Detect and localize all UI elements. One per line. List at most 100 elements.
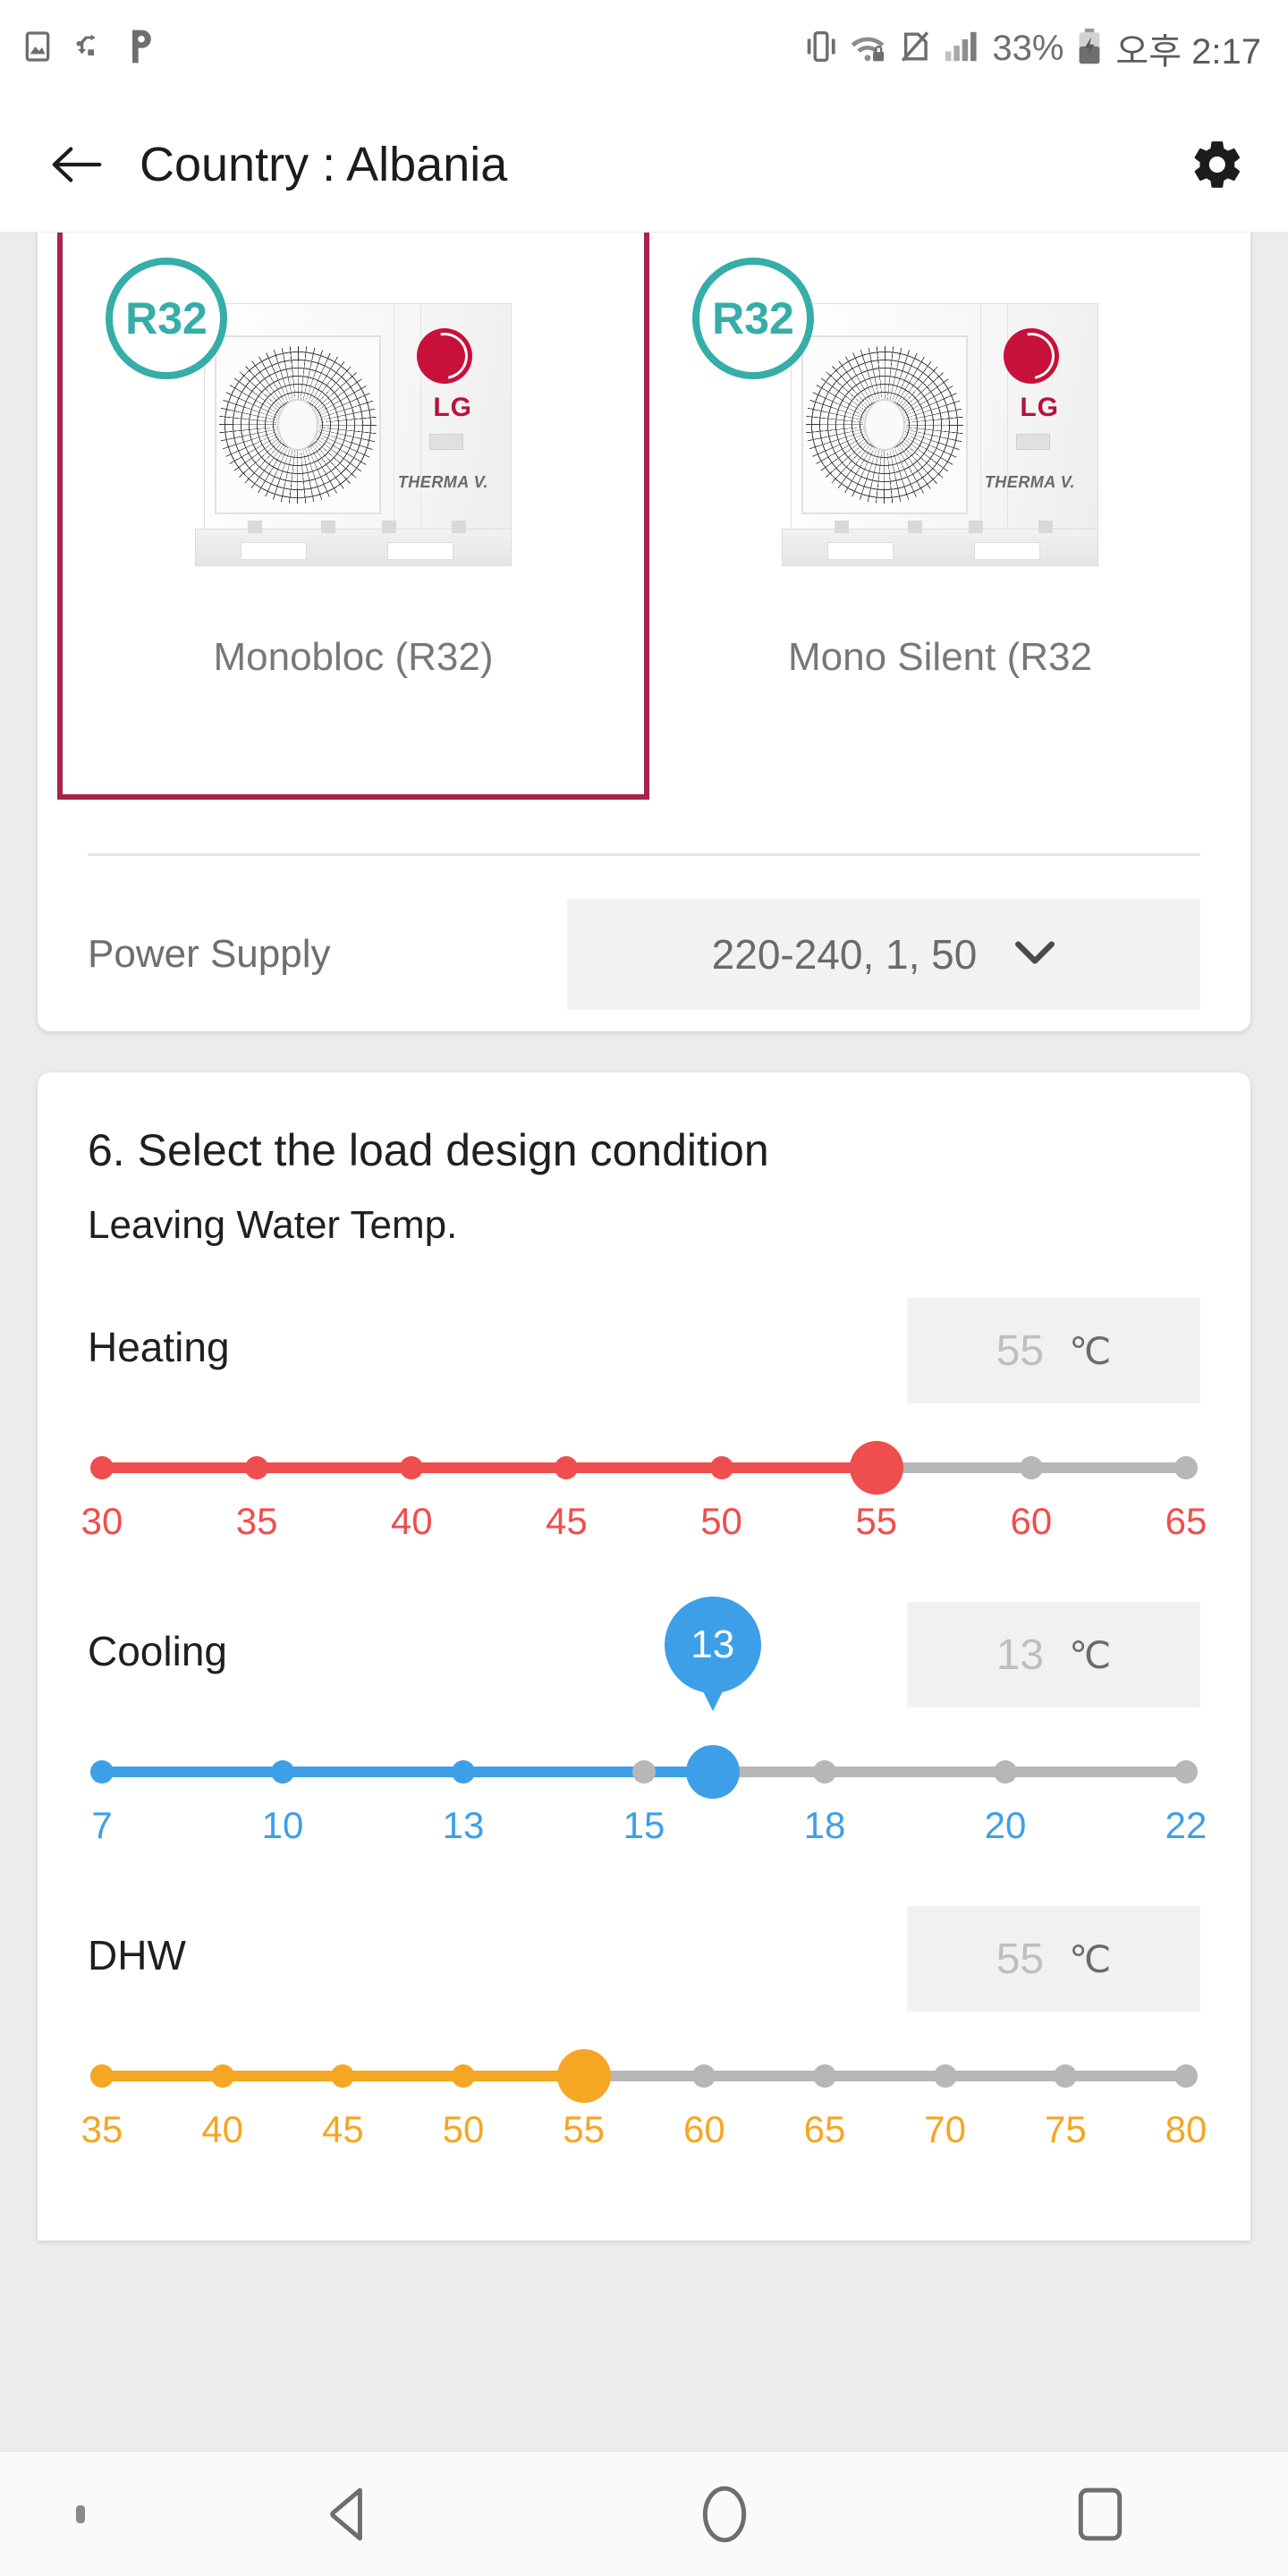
slider-thumb[interactable] (849, 1441, 903, 1495)
slider-unit: ℃ (1069, 1633, 1112, 1676)
slider-thumb[interactable] (685, 1745, 740, 1799)
slider-tick-label: 45 (321, 2108, 364, 2150)
slider-track-area[interactable] (88, 1441, 1200, 1495)
power-supply-row: Power Supply 220-240, 1, 50 (38, 856, 1250, 1010)
slider-tick[interactable] (271, 1760, 294, 1784)
settings-button[interactable] (1186, 133, 1249, 196)
slider-tick[interactable] (331, 2064, 355, 2088)
android-nav-bar (0, 2451, 1288, 2576)
battery-percent-label: 33% (992, 28, 1064, 68)
slider-tick[interactable] (632, 1760, 656, 1784)
p-app-icon (123, 27, 159, 71)
recents-nav-button[interactable] (912, 2487, 1288, 2542)
hide-nav-icon (76, 2504, 85, 2523)
usb-icon (72, 29, 107, 69)
slider-tick-label: 7 (91, 1804, 113, 1846)
slider-header: DHW 55 ℃ (88, 1906, 1200, 2012)
slider-unit: ℃ (1069, 1937, 1112, 1980)
back-arrow-icon (52, 146, 102, 182)
slider-tick[interactable] (813, 2064, 836, 2088)
slider-tick-label: 40 (201, 2108, 244, 2150)
home-nav-icon (702, 2486, 747, 2542)
slider-header: Cooling 13 13 ℃ (88, 1597, 1200, 1711)
wifi-lock-icon (849, 30, 886, 68)
product-selection-card: R32 LG THERMA V. Monobloc (R32) R32 LG T… (38, 233, 1250, 1031)
load-design-condition-card: 6. Select the load design condition Leav… (38, 1072, 1250, 2241)
slider-tick[interactable] (1174, 2064, 1198, 2088)
slider-tick-labels: 7 10 13 15 18 20 22 (88, 1804, 1207, 1856)
nfc-off-icon (899, 30, 931, 68)
hide-nav-button[interactable] (0, 2499, 161, 2529)
slider-tick[interactable] (692, 2064, 716, 2088)
slider-tick[interactable] (400, 1456, 424, 1479)
signal-icon (944, 30, 979, 67)
slider-label: Heating (88, 1324, 230, 1370)
slider-tick[interactable] (1174, 1456, 1198, 1479)
slider-track-area[interactable] (88, 2049, 1200, 2103)
home-nav-button[interactable] (537, 2485, 912, 2544)
slider-tick[interactable] (90, 1760, 114, 1784)
slider-tick-label: 10 (261, 1804, 304, 1846)
slider-list: Heating 55 ℃ 30 35 40 45 50 55 60 65 Cooling 13 13 ℃ 7 1… (38, 1298, 1250, 2160)
slider-tick-label: 50 (442, 2108, 485, 2150)
slider-thumb[interactable] (556, 2049, 611, 2103)
power-supply-value: 220-240, 1, 50 (711, 931, 978, 978)
slider-value: 13 (996, 1631, 1045, 1679)
slider-tick-labels: 35 40 45 50 55 60 65 70 75 80 (81, 2108, 1208, 2160)
therma-v-wordmark: THERMA V. (984, 473, 1075, 491)
heat-pump-illustration: LG THERMA V. (782, 298, 1098, 566)
slider-tick[interactable] (90, 2064, 114, 2088)
status-bar-clock: 오후 2:17 (1115, 32, 1261, 72)
slider-tick-label: 55 (563, 2108, 606, 2150)
slider-tick-label: 40 (390, 1500, 433, 1542)
scroll-container[interactable]: R32 LG THERMA V. Monobloc (R32) R32 LG T… (0, 233, 1288, 2451)
heat-pump-illustration: LG THERMA V. (195, 298, 512, 566)
power-supply-dropdown[interactable]: 220-240, 1, 50 (567, 899, 1200, 1010)
product-grid: R32 LG THERMA V. Monobloc (R32) R32 LG T… (38, 233, 1250, 800)
slider-tick-label: 80 (1165, 2108, 1208, 2150)
slider-tick-label: 45 (546, 1500, 588, 1542)
slider-tick-label: 20 (984, 1804, 1027, 1846)
slider-tick[interactable] (994, 1760, 1017, 1784)
page-title: Country : Albania (140, 137, 508, 191)
slider-tick[interactable] (1054, 2064, 1078, 2088)
product-image: R32 LG THERMA V. (63, 233, 644, 619)
slider-tick-label: 70 (924, 2108, 967, 2150)
slider-tick-label: 13 (442, 1804, 485, 1846)
slider-tick[interactable] (452, 2064, 475, 2088)
slider-tick[interactable] (709, 1456, 733, 1479)
slider-track-area[interactable] (88, 1745, 1200, 1799)
slider-tick[interactable] (1019, 1456, 1043, 1479)
app-bar: Country : Albania (0, 97, 1288, 233)
screenshot-icon (20, 29, 55, 69)
slider-value-field[interactable]: 13 ℃ (907, 1602, 1200, 1707)
slider-tick[interactable] (452, 1760, 475, 1784)
product-label: Mono Silent (R32 (788, 635, 1092, 679)
slider-tick[interactable] (555, 1456, 579, 1479)
slider-tick-label: 60 (682, 2108, 725, 2150)
slider-header: Heating 55 ℃ (88, 1298, 1200, 1403)
slider-tick-label: 18 (803, 1804, 846, 1846)
slider-unit: ℃ (1069, 1329, 1112, 1372)
slider-tick[interactable] (933, 2064, 957, 2088)
back-nav-button[interactable] (161, 2486, 537, 2543)
slider-tick-label: 55 (855, 1500, 898, 1542)
slider-tick[interactable] (813, 1760, 836, 1784)
product-image: R32 LG THERMA V. (649, 233, 1231, 619)
slider-tick[interactable] (1174, 1760, 1198, 1784)
slider-tick[interactable] (245, 1456, 269, 1479)
r32-badge-icon: R32 (692, 258, 814, 379)
product-option-mono-silent-r32[interactable]: R32 LG THERMA V. Mono Silent (R32 (649, 233, 1231, 800)
slider-tick-label: 22 (1165, 1804, 1208, 1846)
slider-value-field[interactable]: 55 ℃ (907, 1906, 1200, 2012)
therma-v-wordmark: THERMA V. (397, 473, 488, 491)
product-option-monobloc-r32[interactable]: R32 LG THERMA V. Monobloc (R32) (57, 233, 649, 800)
power-supply-label: Power Supply (88, 932, 331, 976)
slider-tick[interactable] (210, 2064, 234, 2088)
slider-tick-label: 75 (1044, 2108, 1087, 2150)
lg-wordmark: LG (1020, 393, 1059, 422)
slider-tick[interactable] (90, 1456, 114, 1479)
back-button[interactable] (45, 132, 109, 197)
slider-value-field[interactable]: 55 ℃ (907, 1298, 1200, 1403)
lg-logo-icon (1004, 328, 1059, 384)
